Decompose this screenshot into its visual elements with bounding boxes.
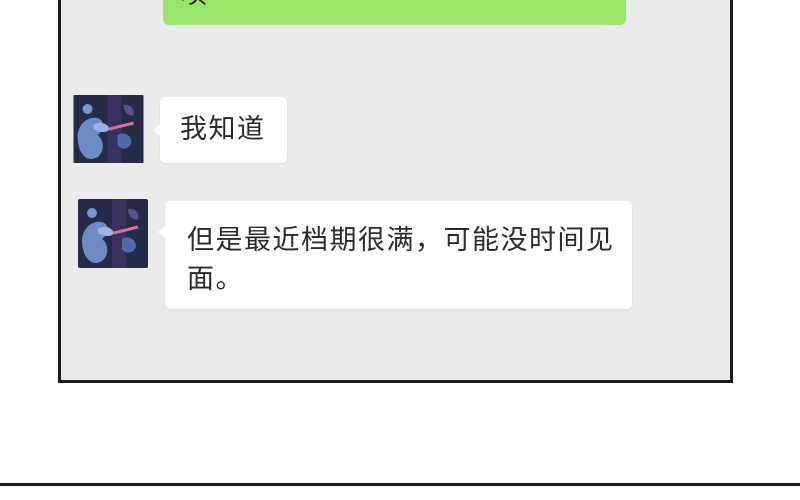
message-text-line: 面。 xyxy=(187,264,244,295)
avatar-image xyxy=(73,95,144,163)
contact-avatar[interactable] xyxy=(78,199,148,268)
avatar-image xyxy=(78,199,148,268)
message-text-line: 但是最近档期很满，可能没时间见 xyxy=(187,225,615,256)
comic-page: 呗 我知道 xyxy=(0,0,800,500)
message-text-line: 我知道 xyxy=(180,114,266,145)
sent-message-text: 呗 xyxy=(180,0,207,8)
next-panel-border xyxy=(0,483,800,486)
received-message-bubble[interactable]: 我知道 xyxy=(153,97,287,163)
received-message-bubble[interactable]: 但是最近档期很满，可能没时间见 面。 xyxy=(158,201,632,309)
sent-message-bubble[interactable]: 呗 xyxy=(163,0,626,25)
contact-avatar[interactable] xyxy=(73,95,144,163)
chat-screen-panel: 呗 我知道 xyxy=(58,0,733,383)
